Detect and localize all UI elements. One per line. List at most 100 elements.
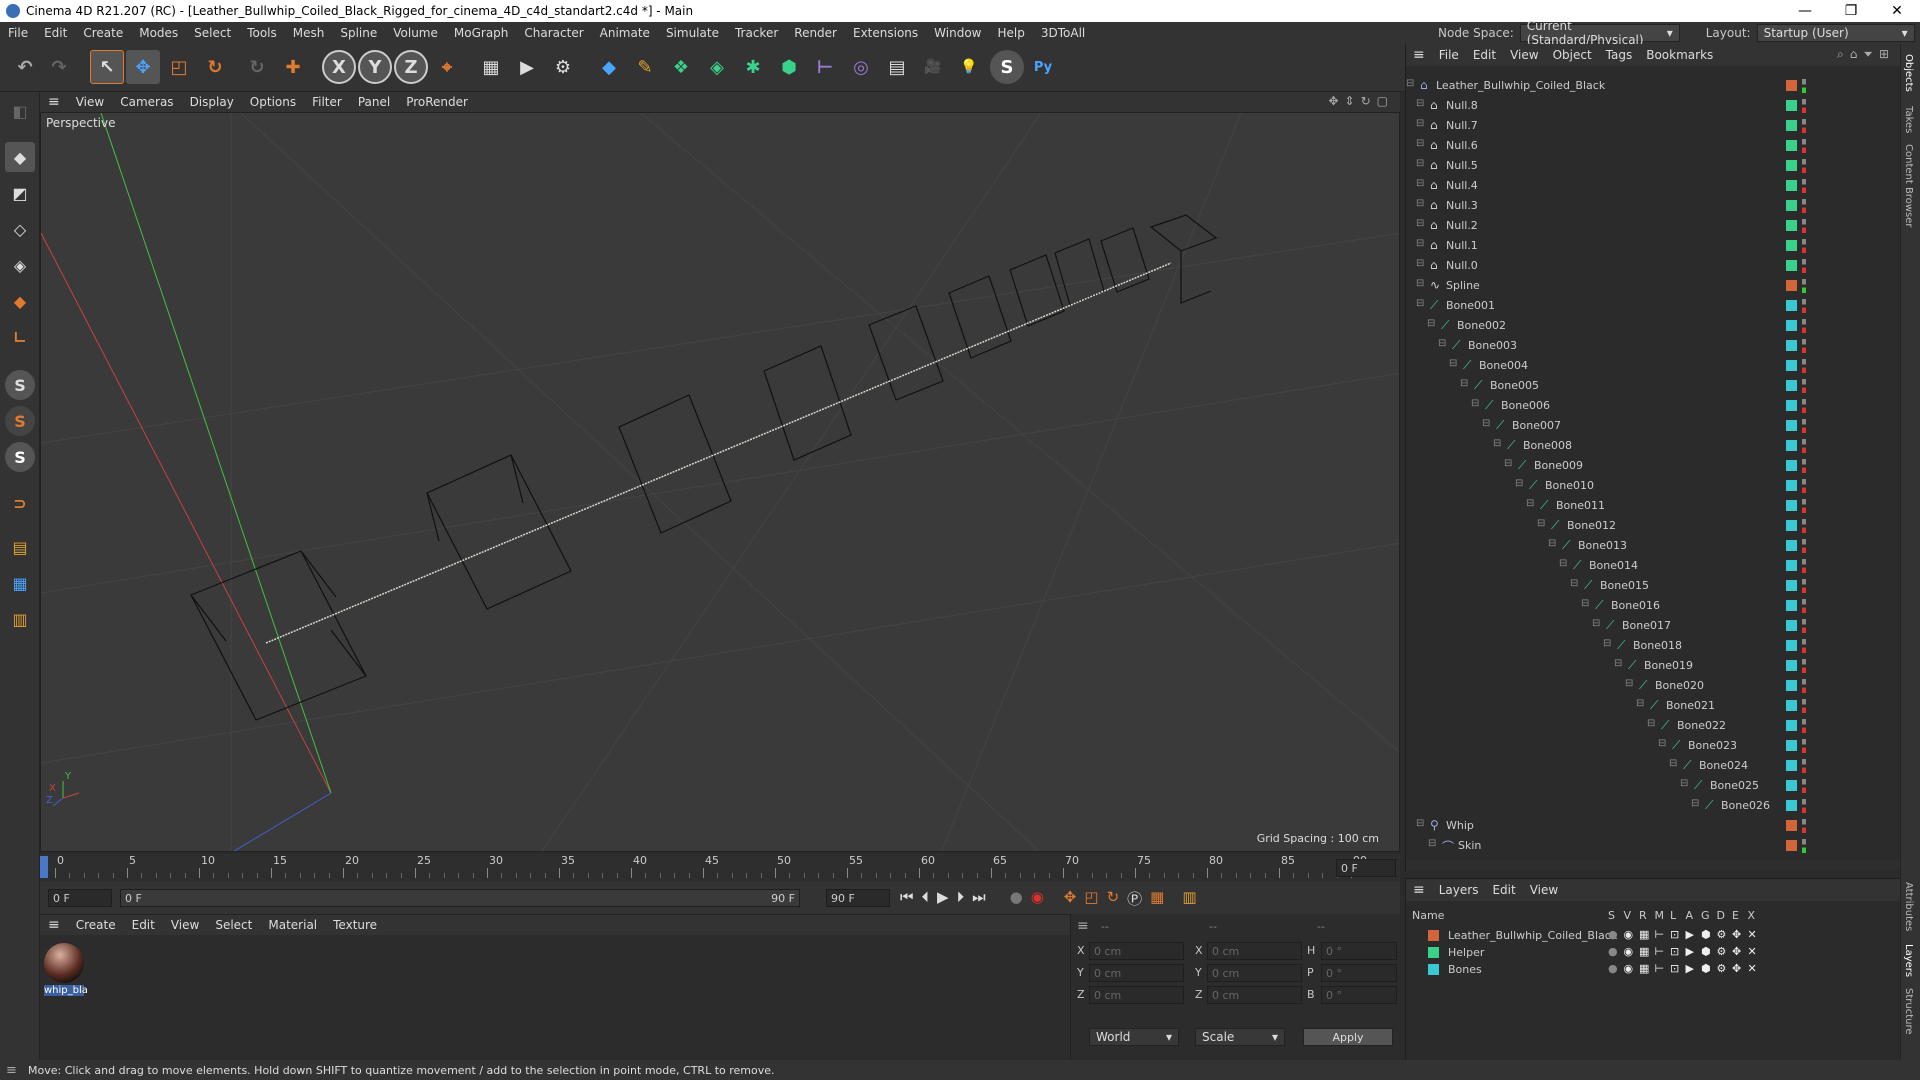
tree-expander-icon[interactable]: ⊟	[1416, 158, 1424, 169]
viewport-menu-filter[interactable]: Filter	[304, 95, 350, 109]
visibility-dots[interactable]	[1802, 419, 1806, 433]
layer-color-swatch[interactable]	[1428, 964, 1439, 975]
tree-expander-icon[interactable]: ⊟	[1416, 278, 1424, 289]
tree-expander-icon[interactable]: ⊟	[1438, 338, 1446, 349]
menu-edit[interactable]: Edit	[36, 26, 75, 40]
minimize-button[interactable]: —	[1782, 0, 1828, 22]
timeline-ruler[interactable]: 051015202530354045505560657075808590 0 F	[40, 854, 1400, 882]
live-select-icon[interactable]: ↖	[90, 50, 124, 84]
snap-icon[interactable]: S	[5, 370, 35, 400]
subdivision-surface-icon[interactable]: ❖	[664, 50, 698, 84]
key-rotation-icon[interactable]: ↻	[1107, 888, 1120, 909]
visibility-dots[interactable]	[1802, 459, 1806, 473]
object-scrollbar[interactable]	[1406, 860, 1901, 870]
layer-toggle-icon[interactable]: ●	[1608, 928, 1618, 941]
redo-icon[interactable]: ↷	[42, 50, 76, 84]
material-menu-create[interactable]: Create	[68, 918, 124, 932]
menu-mograph[interactable]: MoGraph	[446, 26, 517, 40]
object-row-bone[interactable]: ⊟ ⟋ Bone020	[1406, 676, 1901, 696]
object-row-bone[interactable]: ⊟ ⟋ Bone018	[1406, 636, 1901, 656]
object-row-bone[interactable]: ⊟ ⟋ Bone007	[1406, 416, 1901, 436]
viewport-menu-options[interactable]: Options	[242, 95, 304, 109]
search-icon[interactable]: ⌕	[1837, 47, 1850, 61]
layer-toggle-icon[interactable]: ▦	[1639, 945, 1649, 958]
hamburger-icon[interactable]: ≡	[40, 917, 68, 933]
layer-row[interactable]: Bones ● ◉ ▦ ⊢ ⊡ ▶ ⬢ ⚙ ✥ ✕	[1406, 961, 1901, 978]
key-scale-icon[interactable]: ◰	[1084, 888, 1098, 909]
object-row-whip[interactable]: ⊟ ⚲ Whip	[1406, 816, 1901, 836]
snap-settings-icon[interactable]: S	[5, 406, 35, 436]
undo-icon[interactable]: ↶	[8, 50, 42, 84]
viewport-menu-prorender[interactable]: ProRender	[398, 95, 476, 109]
key-position-icon[interactable]: ✥	[1064, 888, 1077, 909]
model-mode-icon[interactable]: ◆	[5, 142, 35, 172]
record-icon[interactable]: ●	[1010, 888, 1023, 909]
visibility-dots[interactable]	[1802, 239, 1806, 253]
position-field[interactable]: 0 cm	[1089, 942, 1184, 960]
layer-toggle-icon[interactable]: ▶	[1686, 928, 1694, 941]
tree-expander-icon[interactable]: ⊟	[1416, 138, 1424, 149]
object-menu-view[interactable]: View	[1503, 48, 1545, 62]
visibility-dots[interactable]	[1802, 779, 1806, 793]
object-menu-bookmarks[interactable]: Bookmarks	[1639, 48, 1720, 62]
viewport-menu-panel[interactable]: Panel	[350, 95, 398, 109]
hamburger-icon[interactable]: ≡	[1406, 882, 1432, 898]
filter-icon[interactable]: ⏷	[1863, 47, 1879, 61]
layer-toggle-icon[interactable]: ✥	[1732, 945, 1741, 958]
go-to-end-icon[interactable]: ⏭	[972, 888, 986, 909]
coordinate-system-icon[interactable]: ⌖	[430, 50, 464, 84]
layer-toggle-icon[interactable]: ⊡	[1670, 928, 1679, 941]
object-menu-tags[interactable]: Tags	[1599, 48, 1640, 62]
object-row-null[interactable]: ⊟ ⌂ Null.2	[1406, 216, 1901, 236]
y-axis-lock-icon[interactable]: Y	[358, 50, 392, 84]
viewport-menu-display[interactable]: Display	[182, 95, 242, 109]
node-space-dropdown[interactable]: Current (Standard/Physical) ▾	[1519, 19, 1680, 47]
tree-expander-icon[interactable]: ⊟	[1416, 118, 1424, 129]
object-row-null[interactable]: ⊟ ⌂ Null.0	[1406, 256, 1901, 276]
polygons-mode-icon[interactable]: ◆	[5, 286, 35, 316]
tree-expander-icon[interactable]: ⊟	[1427, 318, 1435, 329]
tree-expander-icon[interactable]: ⊟	[1460, 378, 1468, 389]
object-row-bone[interactable]: ⊟ ⟋ Bone005	[1406, 376, 1901, 396]
layer-row[interactable]: Helper ● ◉ ▦ ⊢ ⊡ ▶ ⬢ ⚙ ✥ ✕	[1406, 944, 1901, 961]
tree-expander-icon[interactable]: ⊟	[1548, 538, 1556, 549]
object-row-null[interactable]: ⊟ ⌂ Null.5	[1406, 156, 1901, 176]
rotate-tool-icon[interactable]: ↻	[198, 50, 232, 84]
layer-toggle-icon[interactable]: ✥	[1732, 962, 1741, 975]
layer-toggle-icon[interactable]: ▦	[1639, 962, 1649, 975]
tree-expander-icon[interactable]: ⊟	[1416, 258, 1424, 269]
material-menu-edit[interactable]: Edit	[124, 918, 163, 932]
tree-expander-icon[interactable]: ⊟	[1614, 658, 1622, 669]
layer-toggle-icon[interactable]: ✕	[1748, 928, 1757, 941]
menu-simulate[interactable]: Simulate	[658, 26, 727, 40]
tab-layers[interactable]: Layers	[1903, 944, 1914, 977]
viewport-nav-icons[interactable]: ✥⇕↻▢	[1328, 94, 1394, 108]
visibility-dots[interactable]	[1802, 159, 1806, 173]
layer-toggle-icon[interactable]: ⊢	[1655, 928, 1665, 941]
x-axis-lock-icon[interactable]: X	[322, 50, 356, 84]
menu-modes[interactable]: Modes	[131, 26, 186, 40]
tree-expander-icon[interactable]: ⊟	[1537, 518, 1545, 529]
object-row-null[interactable]: ⊟ ⌂ Null.7	[1406, 116, 1901, 136]
material-menu-texture[interactable]: Texture	[325, 918, 385, 932]
menu-render[interactable]: Render	[786, 26, 845, 40]
grid-icon[interactable]: ▦	[5, 568, 35, 598]
layer-toggle-icon[interactable]: ●	[1608, 945, 1618, 958]
tree-expander-icon[interactable]: ⊟	[1658, 738, 1666, 749]
layer-toggle-icon[interactable]: ⚙	[1717, 962, 1727, 975]
scene-icon[interactable]: ◎	[844, 50, 878, 84]
tree-expander-icon[interactable]: ⊟	[1636, 698, 1644, 709]
tree-expander-icon[interactable]: ⊟	[1493, 438, 1501, 449]
expand-icon[interactable]: ⊞	[1879, 47, 1895, 61]
deformer-icon[interactable]: ⊢	[808, 50, 842, 84]
object-row-bone[interactable]: ⊟ ⟋ Bone008	[1406, 436, 1901, 456]
layer-toggle-icon[interactable]: ⊡	[1670, 945, 1679, 958]
visibility-dots[interactable]	[1802, 279, 1806, 293]
visibility-dots[interactable]	[1802, 499, 1806, 513]
object-row-root[interactable]: ⊟ ⌂ Leather_Bullwhip_Coiled_Black	[1406, 76, 1901, 96]
visibility-dots[interactable]	[1802, 479, 1806, 493]
tree-expander-icon[interactable]: ⊟	[1471, 398, 1479, 409]
menu-select[interactable]: Select	[186, 26, 239, 40]
material-swatch[interactable]: whip_bla	[44, 943, 88, 1003]
tree-expander-icon[interactable]: ⊟	[1680, 778, 1688, 789]
